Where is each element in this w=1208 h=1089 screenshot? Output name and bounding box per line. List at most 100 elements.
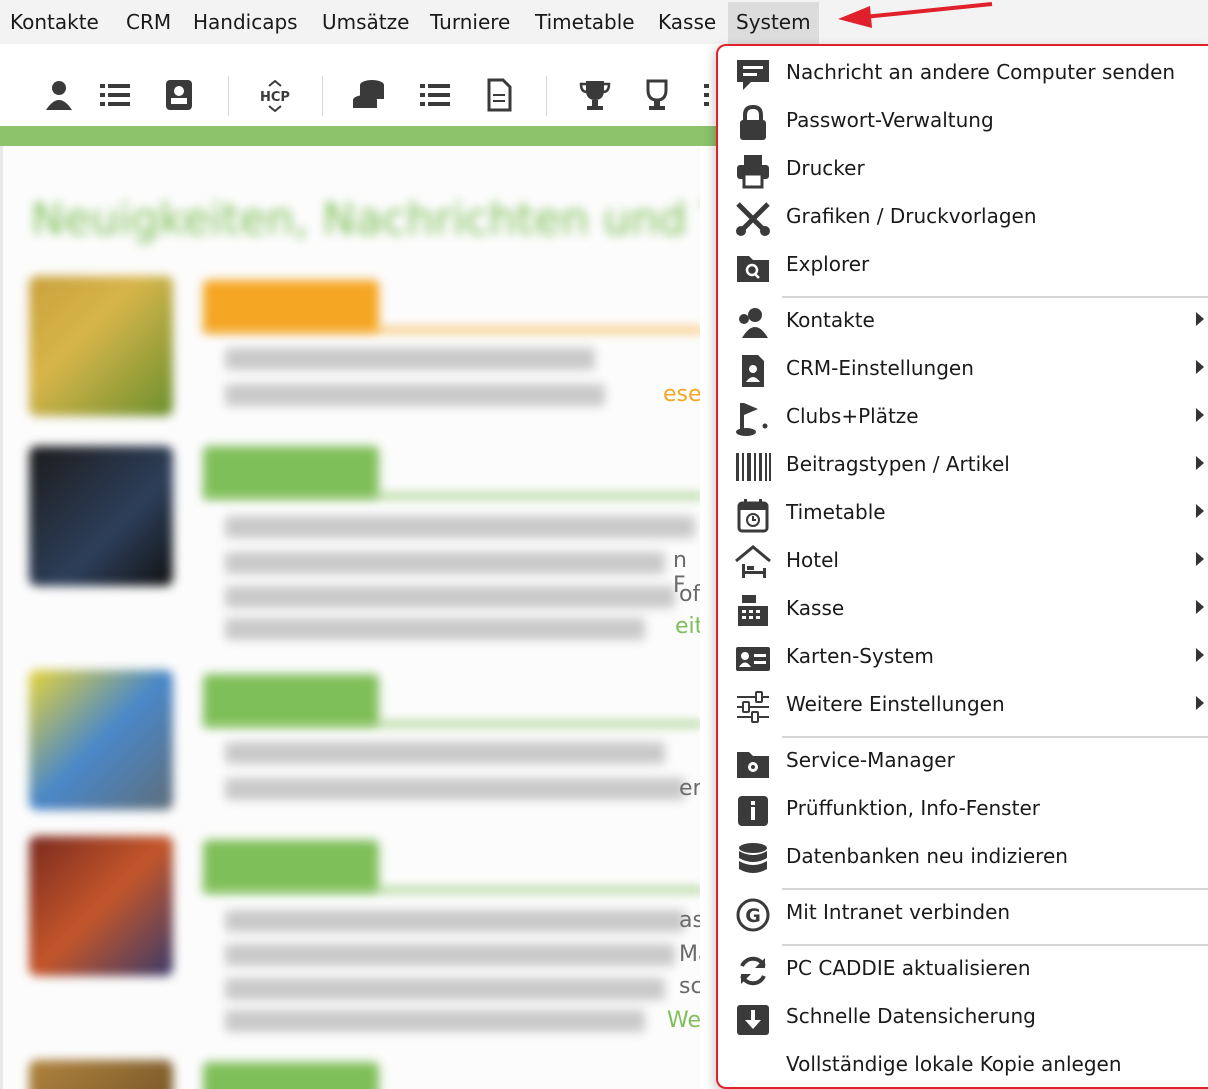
news-panel: Neuigkeiten, Nachrichten und T ese n F o…: [0, 146, 700, 1089]
menu-item-hotel[interactable]: Hotel: [718, 538, 1208, 586]
menu-item-label: Hotel: [786, 548, 839, 572]
news-divider: [203, 888, 700, 892]
news-divider: [203, 722, 700, 726]
hcp-icon[interactable]: HCP: [256, 76, 294, 114]
menu-item-label: Mit Intranet verbinden: [786, 900, 1011, 924]
annotation-arrow-icon: [838, 2, 993, 28]
news-date-tag: [203, 280, 379, 332]
svg-text:G: G: [745, 905, 761, 927]
menu-crm[interactable]: CRM: [126, 10, 171, 36]
menu-item-aktualisieren[interactable]: PC CADDIE aktualisieren: [718, 946, 1208, 994]
menu-item-lokale-kopie[interactable]: Vollständige lokale Kopie anlegen: [718, 1042, 1208, 1089]
menu-item-weitere-einstellungen[interactable]: Weitere Einstellungen: [718, 682, 1208, 730]
news-text-fragment: Mä: [679, 942, 700, 967]
menu-system[interactable]: System: [728, 2, 819, 44]
menu-kasse[interactable]: Kasse: [658, 10, 716, 36]
news-image: [29, 276, 173, 416]
news-text-fragment: en: [679, 776, 700, 801]
menu-item-label: Weitere Einstellungen: [786, 692, 1005, 716]
menu-item-datenbanken[interactable]: Datenbanken neu indizieren: [718, 834, 1208, 882]
menu-item-label: CRM-Einstellungen: [786, 356, 974, 380]
toolbar-accent-bar: [0, 126, 720, 146]
menu-kontakte[interactable]: Kontakte: [10, 10, 99, 36]
list-icon[interactable]: [416, 76, 454, 114]
calendar-clock-icon: [737, 499, 769, 533]
lock-icon: [740, 104, 766, 140]
menu-item-crm[interactable]: CRM-Einstellungen: [718, 346, 1208, 394]
coins-icon[interactable]: [350, 76, 388, 114]
news-divider: [203, 494, 700, 498]
news-text: [225, 384, 605, 406]
submenu-arrow-icon: [1196, 456, 1204, 470]
news-link[interactable]: eit: [675, 614, 700, 639]
menu-item-datensicherung[interactable]: Schnelle Datensicherung: [718, 994, 1208, 1042]
folder-search-icon: [737, 256, 769, 282]
menu-item-nachricht[interactable]: Nachricht an andere Computer senden: [718, 50, 1208, 98]
submenu-arrow-icon: [1196, 312, 1204, 326]
submenu-arrow-icon: [1196, 648, 1204, 662]
menu-item-explorer[interactable]: Explorer: [718, 242, 1208, 290]
menu-item-service-manager[interactable]: Service-Manager: [718, 738, 1208, 786]
folder-gear-icon: [737, 752, 769, 778]
list-icon[interactable]: [96, 76, 134, 114]
database-icon: [739, 843, 767, 873]
menu-item-label: Beitragstypen / Artikel: [786, 452, 1010, 476]
trophy-icon[interactable]: [576, 76, 614, 114]
news-heading: Neuigkeiten, Nachrichten und T: [31, 194, 700, 245]
contact-book-icon[interactable]: [160, 76, 198, 114]
toolbar-separator: [546, 76, 547, 116]
news-text: [225, 742, 665, 764]
menu-item-timetable[interactable]: Timetable: [718, 490, 1208, 538]
person-icon[interactable]: [40, 76, 78, 114]
menu-item-label: Kasse: [786, 596, 845, 620]
menu-item-label: Schnelle Datensicherung: [786, 1004, 1036, 1028]
news-image: [29, 446, 173, 586]
news-image: [29, 836, 173, 976]
menu-item-label: Nachricht an andere Computer senden: [786, 60, 1176, 84]
download-icon: [737, 1005, 769, 1035]
document-icon[interactable]: [480, 76, 518, 114]
menu-item-label: Service-Manager: [786, 748, 955, 772]
menu-item-beitragstypen[interactable]: Beitragstypen / Artikel: [718, 442, 1208, 490]
menu-turniere[interactable]: Turniere: [430, 10, 510, 36]
hotel-icon: [735, 545, 771, 578]
id-card-icon: [736, 647, 770, 671]
menu-item-drucker[interactable]: Drucker: [718, 146, 1208, 194]
news-date-tag: [203, 840, 379, 892]
menu-item-kontakte[interactable]: Kontakte: [718, 298, 1208, 346]
menu-umsaetze[interactable]: Umsätze: [322, 10, 409, 36]
menu-item-label: PC CADDIE aktualisieren: [786, 956, 1031, 980]
menu-item-label: Prüffunktion, Info-Fenster: [786, 796, 1040, 820]
svg-text:HCP: HCP: [260, 90, 290, 105]
menu-item-grafiken[interactable]: Grafiken / Druckvorlagen: [718, 194, 1208, 242]
news-date-tag: [203, 1062, 379, 1089]
menu-timetable[interactable]: Timetable: [535, 10, 635, 36]
menu-item-karten-system[interactable]: Karten-System: [718, 634, 1208, 682]
news-text: [225, 1010, 645, 1032]
menu-item-clubs[interactable]: Clubs+Plätze: [718, 394, 1208, 442]
menu-handicaps[interactable]: Handicaps: [193, 10, 298, 36]
menu-bar: Kontakte CRM Handicaps Umsätze Turniere …: [0, 0, 1208, 44]
news-text: [225, 348, 595, 370]
menu-item-label: Explorer: [786, 252, 870, 276]
news-image: [29, 670, 173, 810]
menu-item-kasse[interactable]: Kasse: [718, 586, 1208, 634]
news-text: [225, 944, 675, 966]
news-text: [225, 618, 645, 640]
menu-item-prueffunktion[interactable]: Prüffunktion, Info-Fenster: [718, 786, 1208, 834]
submenu-arrow-icon: [1196, 360, 1204, 374]
menu-item-label: Vollständige lokale Kopie anlegen: [786, 1052, 1122, 1076]
menu-item-passwort[interactable]: Passwort-Verwaltung: [718, 98, 1208, 146]
news-text: [225, 586, 675, 608]
golf-flag-icon: [736, 403, 768, 436]
news-link[interactable]: ese: [663, 382, 700, 407]
trophy-outline-icon[interactable]: [638, 76, 676, 114]
refresh-icon: [740, 956, 766, 986]
menu-item-label: Datenbanken neu indizieren: [786, 844, 1068, 868]
contacts-icon: [739, 308, 768, 338]
news-link[interactable]: Wei: [667, 1008, 700, 1033]
intranet-g-icon: G: [736, 898, 770, 932]
news-text: [225, 978, 665, 1000]
menu-item-intranet[interactable]: G Mit Intranet verbinden: [718, 890, 1208, 938]
message-icon: [737, 60, 769, 90]
